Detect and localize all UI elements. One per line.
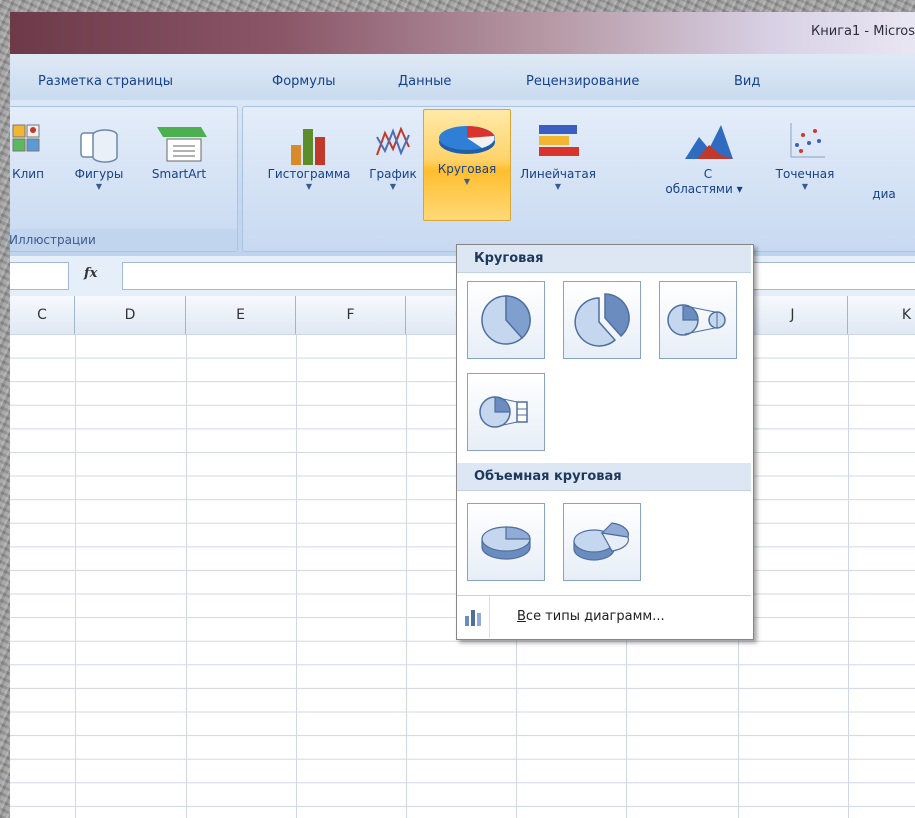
scatter-chart-label: Точечная bbox=[775, 167, 835, 181]
all-chart-types-label: Все типы диаграмм... bbox=[517, 609, 665, 624]
column-header-d[interactable]: D bbox=[75, 296, 186, 334]
line-chart-icon bbox=[376, 126, 410, 156]
bar-of-pie-chart-option[interactable] bbox=[467, 373, 545, 451]
area-chart-label-1: С bbox=[703, 167, 713, 181]
chevron-down-icon: ▼ bbox=[554, 182, 562, 191]
smartart-button[interactable]: SmartArt bbox=[141, 115, 217, 182]
bar-of-pie-icon bbox=[479, 396, 528, 428]
column-chart-button[interactable]: Гистограмма ▼ bbox=[253, 115, 365, 192]
tab-view[interactable]: Вид bbox=[734, 74, 760, 89]
column-header-c[interactable]: C bbox=[10, 296, 75, 334]
line-chart-button[interactable]: График ▼ bbox=[367, 115, 419, 192]
clipart-label: Клип bbox=[12, 167, 44, 181]
pie-chart-icon bbox=[439, 126, 495, 154]
exploded-pie-3d-icon bbox=[573, 522, 630, 561]
pie-chart-button[interactable]: Круговая ▼ bbox=[423, 109, 511, 221]
excel-window: Книга1 - Micros Разметка страницы Формул… bbox=[10, 12, 915, 818]
bar-chart-button[interactable]: Линейчатая ▼ bbox=[515, 115, 601, 192]
chart-types-icon bbox=[465, 610, 481, 626]
grid-line bbox=[186, 334, 187, 818]
bar-chart-label: Линейчатая bbox=[520, 167, 596, 181]
pie-of-pie-icon bbox=[667, 304, 726, 336]
clipart-icon bbox=[12, 124, 40, 152]
window-title: Книга1 - Micros bbox=[811, 24, 915, 39]
title-bar: Книга1 - Micros bbox=[10, 12, 915, 54]
line-chart-label: График bbox=[369, 167, 417, 181]
scatter-chart-icon bbox=[790, 123, 825, 158]
pie-3d-icon bbox=[481, 526, 531, 560]
section-3d-pie: Объемная круговая bbox=[457, 463, 751, 491]
other-chart-label: диа bbox=[872, 187, 896, 201]
area-chart-button[interactable]: С областями ▾ bbox=[663, 115, 753, 197]
column-chart-icon bbox=[291, 129, 325, 165]
chevron-down-icon: ▼ bbox=[305, 182, 313, 191]
pie-3d-chart-option[interactable] bbox=[467, 503, 545, 581]
column-header-e[interactable]: E bbox=[186, 296, 296, 334]
shapes-label: Фигуры bbox=[74, 167, 124, 181]
tab-formulas[interactable]: Формулы bbox=[272, 74, 335, 89]
menu-separator bbox=[489, 596, 490, 638]
ribbon: Клип Фигуры ▼ SmartArt Иллюстрации Гисто… bbox=[10, 100, 915, 257]
other-chart-button[interactable]: диа bbox=[859, 187, 909, 202]
illustrations-group: Клип Фигуры ▼ SmartArt Иллюстрации bbox=[10, 106, 238, 252]
exploded-pie-icon bbox=[574, 293, 630, 347]
name-box[interactable] bbox=[10, 262, 69, 290]
all-chart-types-menu-item[interactable]: Все типы диаграмм... bbox=[457, 595, 751, 638]
column-header-j[interactable]: J bbox=[738, 296, 848, 334]
grid-line bbox=[75, 334, 76, 818]
smartart-label: SmartArt bbox=[151, 167, 207, 181]
column-chart-label: Гистограмма bbox=[267, 167, 351, 181]
area-chart-label-2: областями ▾ bbox=[665, 182, 743, 196]
fx-icon[interactable]: fx bbox=[84, 266, 97, 281]
pie-chart-label: Круговая bbox=[437, 162, 497, 176]
column-header-f[interactable]: F bbox=[296, 296, 406, 334]
clipart-button[interactable]: Клип bbox=[11, 115, 45, 182]
tab-page-layout[interactable]: Разметка страницы bbox=[38, 74, 173, 89]
chevron-down-icon: ▼ bbox=[463, 177, 471, 186]
column-header-k[interactable]: K bbox=[848, 296, 915, 334]
section-2d-pie: Круговая bbox=[457, 245, 751, 273]
grid-line bbox=[406, 334, 407, 818]
shapes-button[interactable]: Фигуры ▼ bbox=[67, 115, 131, 192]
tab-data[interactable]: Данные bbox=[398, 74, 451, 89]
shapes-icon bbox=[80, 129, 118, 163]
illustrations-group-label: Иллюстрации bbox=[10, 229, 237, 251]
grid-line bbox=[848, 334, 849, 818]
grid-line bbox=[296, 334, 297, 818]
pie-chart-option[interactable] bbox=[467, 281, 545, 359]
tab-review[interactable]: Рецензирование bbox=[526, 74, 639, 89]
area-chart-icon bbox=[685, 125, 733, 159]
pie-chart-gallery: Круговая Объемная круговая Все типы диаг… bbox=[456, 244, 754, 640]
chevron-down-icon: ▼ bbox=[801, 182, 809, 191]
smartart-icon bbox=[157, 127, 207, 162]
ribbon-tabs: Разметка страницы Формулы Данные Рецензи… bbox=[10, 54, 915, 101]
chevron-down-icon: ▼ bbox=[389, 182, 397, 191]
pie-of-pie-chart-option[interactable] bbox=[659, 281, 737, 359]
scatter-chart-button[interactable]: Точечная ▼ bbox=[769, 115, 841, 192]
chevron-down-icon: ▼ bbox=[95, 182, 103, 191]
charts-group: Гистограмма ▼ График ▼ Круговая ▼ Линейч… bbox=[242, 106, 915, 252]
exploded-pie-chart-option[interactable] bbox=[563, 281, 641, 359]
pie-icon bbox=[481, 295, 531, 345]
bar-chart-icon bbox=[539, 125, 579, 156]
exploded-pie-3d-chart-option[interactable] bbox=[563, 503, 641, 581]
